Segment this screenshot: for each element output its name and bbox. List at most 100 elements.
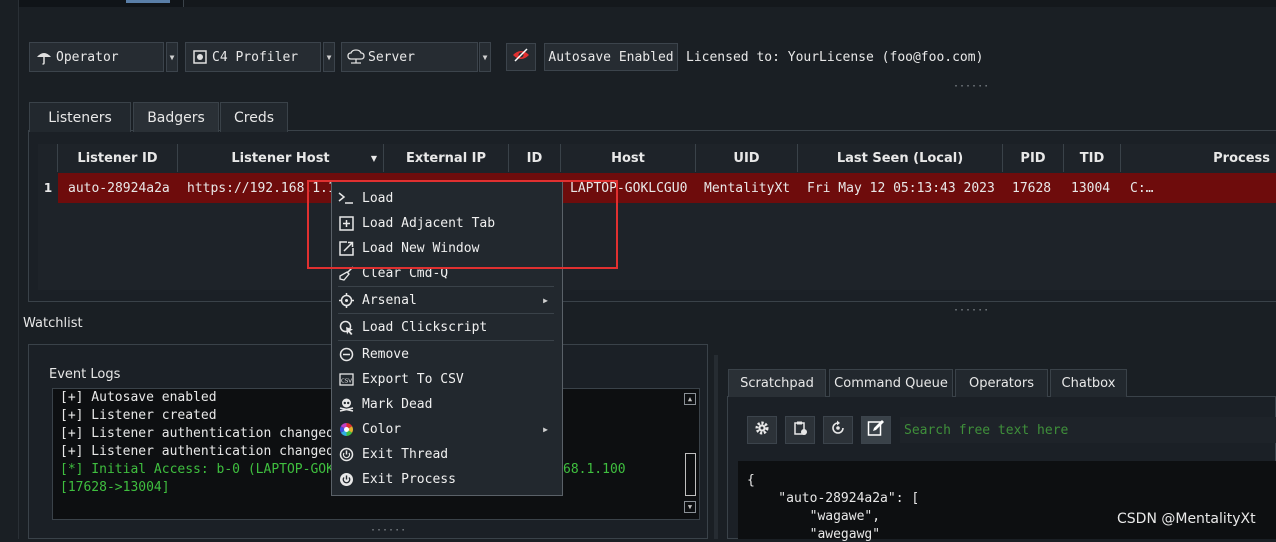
menu-item-label: Color	[362, 421, 402, 437]
vertical-splitter[interactable]	[714, 355, 718, 539]
splitter-grip-3[interactable]: ······	[370, 526, 406, 536]
col-header-listener-host-label: Listener Host	[231, 150, 330, 166]
cell-listener-id[interactable]: auto-28924a2a	[68, 173, 178, 203]
edit-button[interactable]	[861, 416, 891, 444]
tab-creds[interactable]: Creds	[220, 102, 288, 132]
col-header-last-seen[interactable]: Last Seen (Local)	[798, 144, 1003, 172]
crosshair-icon	[338, 292, 354, 308]
umbrella-icon	[34, 47, 54, 67]
clipboard-button[interactable]	[785, 416, 815, 444]
menu-item-color[interactable]: Color ▶	[332, 417, 562, 441]
json-line: "wagawe",	[747, 509, 881, 524]
log-line: [+] Listener authentication changed	[60, 426, 334, 441]
operator-combo[interactable]: Operator	[29, 42, 164, 72]
cell-pid[interactable]: 17628	[1012, 173, 1062, 203]
json-line: "awegawg"	[747, 527, 881, 542]
menu-item-label: Mark Dead	[362, 396, 433, 412]
splitter-grip[interactable]: ······	[953, 82, 989, 92]
row-index: 1	[38, 173, 58, 203]
log-line-initial-access-tail: 68.1.100	[563, 462, 626, 477]
menu-item-remove[interactable]: Remove	[332, 342, 562, 366]
splitter-grip-2[interactable]: ······	[953, 306, 989, 316]
menu-item-load-clickscript[interactable]: Load Clickscript	[332, 315, 562, 339]
menu-item-label: Exit Process	[362, 471, 456, 487]
exit-thread-icon	[338, 446, 354, 462]
menu-item-arsenal[interactable]: Arsenal ▶	[332, 288, 562, 312]
col-header-process[interactable]: Process	[1121, 144, 1276, 172]
submenu-arrow-icon: ▶	[543, 424, 548, 434]
tab-scratchpad[interactable]: Scratchpad	[728, 369, 826, 397]
cell-tid[interactable]: 13004	[1071, 173, 1119, 203]
submenu-arrow-icon: ▶	[543, 295, 548, 305]
json-line: "auto-28924a2a": [	[747, 491, 920, 506]
menu-item-label: Load Clickscript	[362, 319, 488, 335]
event-logs-title: Event Logs	[49, 367, 121, 382]
log-line-pid-tid: [17628->13004]	[60, 480, 170, 495]
menu-separator	[338, 313, 554, 314]
json-line: {	[747, 473, 755, 488]
col-header-pid[interactable]: PID	[1003, 144, 1064, 172]
menu-item-mark-dead[interactable]: Mark Dead	[332, 392, 562, 416]
server-combo[interactable]: Server	[341, 42, 478, 72]
log-line: [+] Listener created	[60, 408, 217, 423]
menu-item-export-to-csv[interactable]: CSV Export To CSV	[332, 367, 562, 391]
col-header-listener-host[interactable]: Listener Host ▼	[178, 144, 384, 172]
col-header-tid[interactable]: TID	[1064, 144, 1121, 172]
menu-item-label: Export To CSV	[362, 371, 464, 387]
log-line-initial-access: [*] Initial Access: b-0 (LAPTOP-GOK	[60, 462, 334, 477]
profiler-icon	[190, 47, 210, 67]
col-header-external-ip[interactable]: External IP	[384, 144, 509, 172]
watchlist-label: Watchlist	[23, 316, 83, 331]
svg-text:CSV: CSV	[340, 378, 351, 384]
tab-listeners[interactable]: Listeners	[29, 102, 131, 132]
top-tab-indicator	[126, 0, 170, 3]
scrollbar-thumb[interactable]	[685, 453, 696, 496]
operator-dropdown-arrow[interactable]: ▼	[166, 42, 178, 72]
profiler-label: C4 Profiler	[212, 49, 299, 65]
refresh-button[interactable]	[823, 416, 853, 444]
power-icon	[338, 471, 354, 487]
server-label: Server	[368, 49, 415, 65]
scroll-up-button[interactable]: ▲	[684, 393, 696, 405]
sort-arrow-icon: ▼	[370, 153, 377, 163]
watermark: CSDN @MentalityXt	[1117, 511, 1256, 527]
tab-badgers[interactable]: Badgers	[133, 102, 219, 132]
clipboard-icon	[792, 420, 808, 440]
cell-process[interactable]: C:…	[1130, 173, 1190, 203]
skull-icon	[338, 396, 354, 412]
license-text: Licensed to: YourLicense (foo@foo.com)	[686, 50, 984, 65]
scratchpad-search-input[interactable]	[900, 417, 1276, 443]
menu-item-exit-thread[interactable]: Exit Thread	[332, 442, 562, 466]
cell-uid[interactable]: MentalityXt	[704, 173, 796, 203]
left-dock-edge	[0, 0, 19, 539]
profiler-combo[interactable]: C4 Profiler	[185, 42, 321, 72]
server-cloud-icon	[346, 47, 366, 67]
menu-separator	[338, 340, 554, 341]
col-header-listener-id[interactable]: Listener ID	[58, 144, 178, 172]
hide-toggle-button[interactable]	[506, 43, 536, 71]
remove-icon	[338, 346, 354, 362]
operator-label: Operator	[56, 49, 119, 65]
top-tab-area	[183, 0, 1276, 7]
log-line: [+] Autosave enabled	[60, 390, 217, 405]
server-dropdown-arrow[interactable]: ▼	[479, 42, 491, 72]
col-header-id[interactable]: ID	[509, 144, 561, 172]
menu-item-label: Remove	[362, 346, 409, 362]
col-header-host[interactable]: Host	[561, 144, 696, 172]
profiler-dropdown-arrow[interactable]: ▼	[323, 42, 335, 72]
settings-button[interactable]	[747, 416, 777, 444]
tab-operators[interactable]: Operators	[955, 369, 1048, 397]
autosave-button[interactable]: Autosave Enabled	[544, 43, 678, 71]
scroll-down-button[interactable]: ▼	[684, 501, 696, 513]
cell-last-seen[interactable]: Fri May 12 05:13:43 2023	[807, 173, 1001, 203]
click-icon	[338, 319, 354, 335]
col-header-uid[interactable]: UID	[696, 144, 798, 172]
tab-command-queue[interactable]: Command Queue	[829, 369, 953, 397]
color-wheel-icon	[338, 421, 354, 437]
menu-item-exit-process[interactable]: Exit Process	[332, 467, 562, 491]
csv-icon: CSV	[338, 371, 354, 387]
gear-icon	[754, 420, 770, 440]
table-corner	[38, 144, 58, 172]
tab-chatbox[interactable]: Chatbox	[1050, 369, 1127, 397]
eye-off-icon	[512, 48, 530, 66]
